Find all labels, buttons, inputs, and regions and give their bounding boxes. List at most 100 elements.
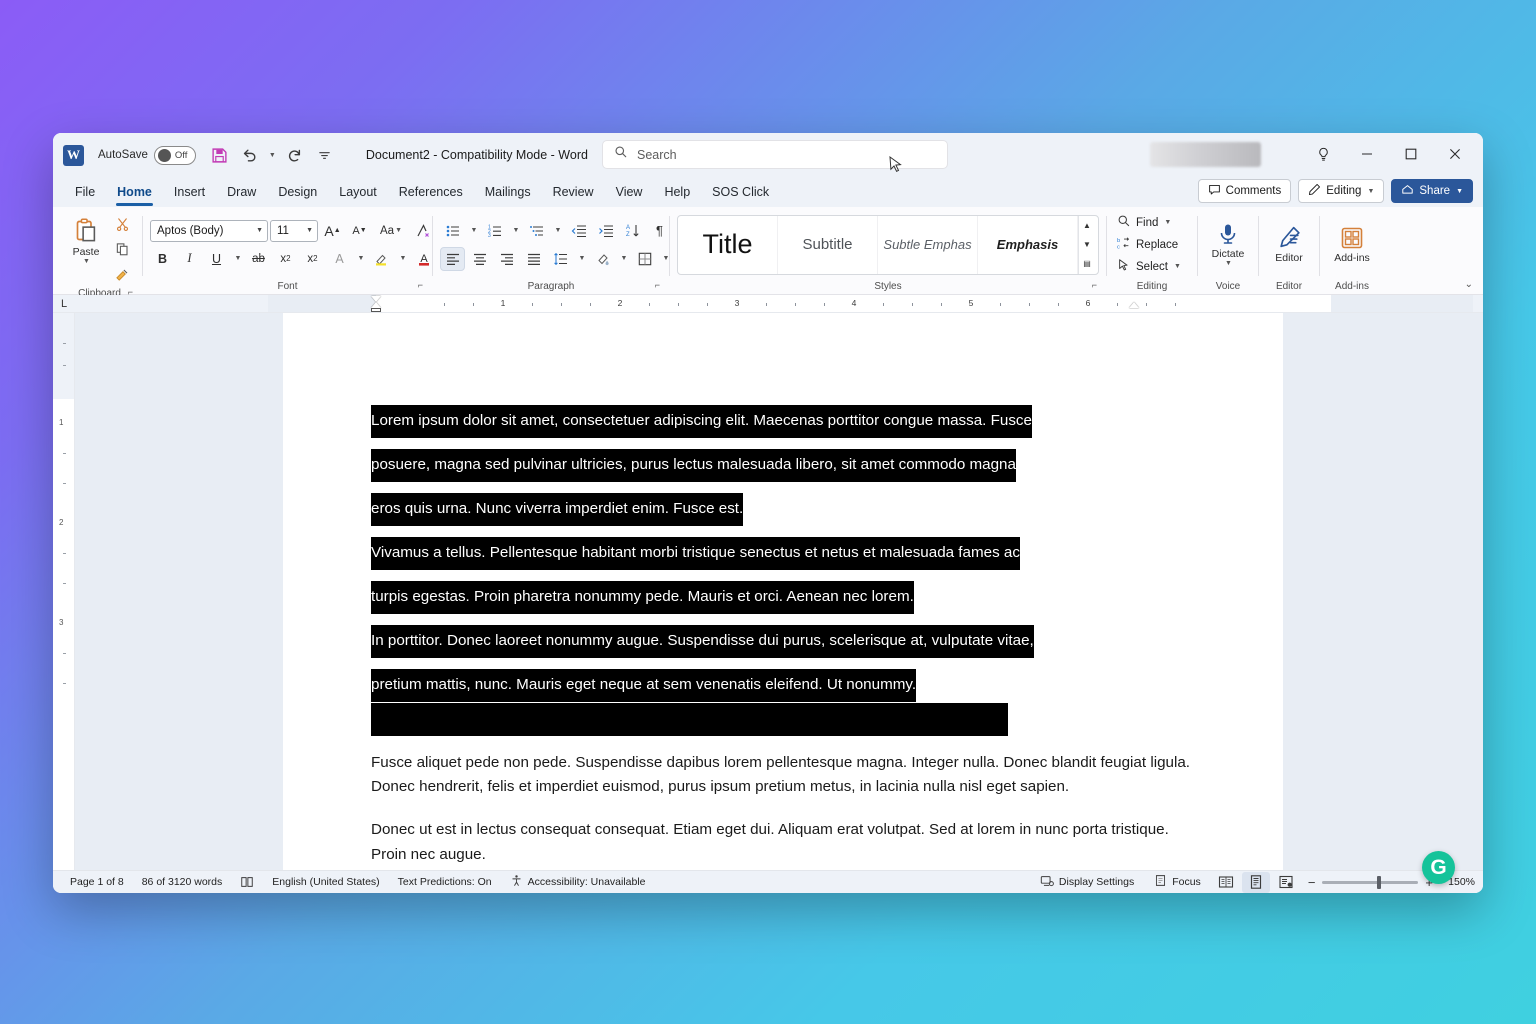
tab-home[interactable]: Home (107, 181, 162, 206)
align-left-icon[interactable] (440, 246, 465, 271)
paragraph-4[interactable]: Fusce aliquet pede non pede. Suspendisse… (371, 751, 1195, 800)
redo-icon[interactable] (281, 142, 308, 169)
proofing-errors-icon[interactable] (231, 872, 263, 893)
align-right-icon[interactable] (494, 247, 519, 271)
font-size-input[interactable]: 11 ▼ (270, 219, 318, 242)
comments-button[interactable]: Comments (1197, 179, 1292, 203)
line-spacing-icon[interactable] (548, 247, 573, 271)
user-account-area[interactable] (1150, 142, 1261, 167)
text-effects-icon[interactable]: A (327, 247, 352, 271)
tab-layout[interactable]: Layout (329, 181, 387, 204)
addins-button[interactable]: Add-ins (1327, 216, 1377, 274)
undo-dropdown-icon[interactable]: ▼ (266, 142, 278, 169)
search-input[interactable]: Search (637, 148, 677, 162)
editor-button[interactable]: Editor (1266, 216, 1312, 274)
highlight-dropdown-icon[interactable]: ▼ (396, 247, 409, 271)
bold-icon[interactable]: B (150, 247, 175, 271)
right-indent-marker[interactable] (1129, 302, 1139, 308)
increase-indent-icon[interactable] (593, 219, 618, 243)
text-effects-dropdown-icon[interactable]: ▼ (354, 247, 367, 271)
numbering-dropdown-icon[interactable]: ▼ (509, 219, 522, 243)
share-button[interactable]: Share ▼ (1391, 179, 1473, 203)
sort-icon[interactable]: AZ (620, 219, 645, 243)
editing-mode-button[interactable]: Editing ▼ (1298, 179, 1385, 203)
maximize-button[interactable] (1389, 137, 1433, 171)
italic-icon[interactable]: I (177, 247, 202, 271)
save-icon[interactable] (206, 142, 233, 169)
web-layout-view-button[interactable] (1272, 872, 1300, 893)
grammarly-button[interactable]: G (1422, 851, 1455, 884)
styles-dialog-launcher[interactable]: ⌐ (1092, 278, 1097, 293)
grow-font-icon[interactable]: A ▲ (320, 219, 345, 243)
highlight-icon[interactable] (369, 247, 394, 271)
justify-icon[interactable] (521, 247, 546, 271)
page-indicator[interactable]: Page 1 of 8 (61, 872, 133, 893)
tab-file[interactable]: File (65, 181, 105, 204)
tab-references[interactable]: References (389, 181, 473, 204)
multilevel-list-dropdown-icon[interactable]: ▼ (551, 219, 564, 243)
read-mode-view-button[interactable] (1212, 872, 1240, 893)
font-color-icon[interactable]: A (411, 247, 436, 271)
align-center-icon[interactable] (467, 247, 492, 271)
word-count[interactable]: 86 of 3120 words (133, 872, 232, 893)
tab-sos-click[interactable]: SOS Click (702, 181, 779, 204)
tab-insert[interactable]: Insert (164, 181, 215, 204)
paragraph-dialog-launcher[interactable]: ⌐ (655, 278, 660, 293)
focus-mode-button[interactable]: Focus (1145, 872, 1210, 893)
styles-scroll-up-icon[interactable]: ▲ (1079, 216, 1095, 235)
vertical-ruler[interactable]: 1 2 3 (53, 313, 75, 870)
cut-icon[interactable] (110, 212, 135, 236)
strikethrough-icon[interactable]: ab (246, 247, 271, 271)
document-canvas[interactable]: Lorem ipsum dolor sit amet, consectetuer… (75, 313, 1483, 870)
print-layout-view-button[interactable] (1241, 871, 1270, 893)
borders-icon[interactable] (632, 247, 657, 271)
tab-view[interactable]: View (606, 181, 653, 204)
document-page[interactable]: Lorem ipsum dolor sit amet, consectetuer… (283, 313, 1283, 870)
font-dialog-launcher[interactable]: ⌐ (418, 278, 423, 293)
font-name-input[interactable]: Aptos (Body) ▼ (150, 219, 268, 242)
paste-button[interactable]: Paste ▼ (64, 210, 108, 272)
paragraph-selected-2[interactable]: Vivamus a tellus. Pellentesque habitant … (371, 531, 1195, 619)
paragraph-selected-3[interactable]: In porttitor. Donec laoreet nonummy augu… (371, 619, 1195, 707)
decrease-indent-icon[interactable] (566, 219, 591, 243)
tab-stop-selector[interactable]: L (53, 298, 75, 310)
replace-button[interactable]: bc Replace (1114, 234, 1187, 255)
tab-help[interactable]: Help (654, 181, 700, 204)
display-settings-button[interactable]: Display Settings (1031, 872, 1143, 893)
clear-formatting-icon[interactable] (410, 219, 435, 243)
zoom-slider[interactable]: − + (1308, 875, 1433, 890)
subscript-icon[interactable]: x2 (273, 247, 298, 271)
underline-icon[interactable]: U (204, 247, 229, 271)
tab-mailings[interactable]: Mailings (475, 181, 541, 204)
autosave-toggle[interactable]: Off (153, 145, 196, 165)
show-formatting-marks-icon[interactable]: ¶ (647, 219, 672, 243)
numbering-icon[interactable]: 123 (482, 219, 507, 243)
dictate-button[interactable]: Dictate ▼ (1205, 214, 1251, 276)
ruler-track[interactable]: 1 2 3 4 5 6 (268, 295, 1473, 312)
style-subtitle[interactable]: Subtitle (778, 215, 878, 274)
text-predictions-indicator[interactable]: Text Predictions: On (389, 872, 501, 893)
shading-dropdown-icon[interactable]: ▼ (617, 247, 630, 271)
document-body[interactable]: Lorem ipsum dolor sit amet, consectetuer… (283, 313, 1283, 867)
style-emphasis[interactable]: Emphasis (978, 215, 1078, 274)
borders-dropdown-icon[interactable]: ▼ (659, 247, 672, 271)
styles-more-icon[interactable]: ▤ (1079, 254, 1095, 273)
find-button[interactable]: Find ▼ (1114, 212, 1187, 233)
undo-icon[interactable] (236, 142, 263, 169)
left-indent-marker[interactable] (371, 308, 381, 312)
customize-quick-access-icon[interactable] (311, 142, 338, 169)
collapse-ribbon-icon[interactable]: ⌄ (1465, 279, 1473, 290)
shrink-font-icon[interactable]: A ▼ (347, 219, 372, 243)
zoom-out-button[interactable]: − (1308, 875, 1316, 890)
select-button[interactable]: Select ▼ (1114, 256, 1187, 277)
underline-dropdown-icon[interactable]: ▼ (231, 247, 244, 271)
style-title[interactable]: Title (678, 215, 778, 274)
zoom-slider-handle[interactable] (1377, 875, 1382, 889)
paragraph-selected-1[interactable]: Lorem ipsum dolor sit amet, consectetuer… (371, 399, 1195, 531)
shading-icon[interactable] (590, 247, 615, 271)
language-indicator[interactable]: English (United States) (263, 872, 388, 893)
tab-review[interactable]: Review (543, 181, 604, 204)
bullets-icon[interactable] (440, 219, 465, 243)
autosave-control[interactable]: AutoSave Off (98, 145, 196, 165)
styles-scroll-down-icon[interactable]: ▼ (1079, 235, 1095, 254)
